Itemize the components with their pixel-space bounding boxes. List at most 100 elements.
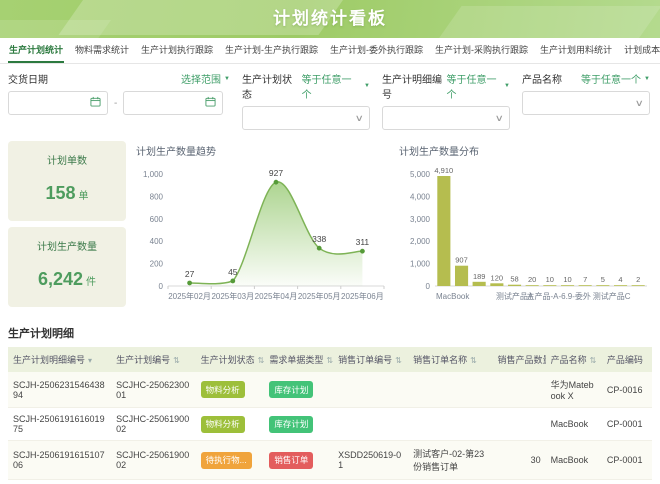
tab-6[interactable]: 生产计划-采购执行跟踪 [434,38,529,63]
sort-icon[interactable]: ⇅ [395,356,402,365]
table-cell: 30 [493,441,546,480]
table-cell: 销售订单 [264,441,333,480]
column-label: 产品编码 [607,355,643,365]
svg-text:10: 10 [546,275,554,284]
column-header-8[interactable]: 产品名称⇅ [546,347,602,372]
column-header-9[interactable]: 产品编码 [602,347,652,372]
svg-text:测试产品C: 测试产品C [593,291,631,301]
tab-3[interactable]: 生产计划执行跟踪 [140,38,214,63]
filter-label: 生产计划状态 [242,71,302,101]
svg-text:0: 0 [159,282,164,291]
column-header-3[interactable]: 生产计划状态⇅ [196,347,265,372]
sort-icon[interactable]: ⇅ [470,356,477,365]
column-header-1[interactable]: 生产计划明细编号▾ [8,347,111,372]
table-section: 生产计划明细 生产计划明细编号▾生产计划编号⇅生产计划状态⇅需求单据类型⇅销售订… [0,315,660,484]
tab-2[interactable]: 物料需求统计 [74,38,130,63]
column-header-2[interactable]: 生产计划编号⇅ [111,347,195,372]
table-cell [408,408,492,441]
sort-icon[interactable]: ▾ [88,356,92,365]
table-header-row: 生产计划明细编号▾生产计划编号⇅生产计划状态⇅需求单据类型⇅销售订单编号⇅销售订… [8,347,652,372]
stat-value: 6,242件 [38,269,96,290]
filter-operator[interactable]: 选择范围▼ [181,71,230,86]
caret-down-icon: ▼ [224,76,230,82]
table-cell: 物料分析 [196,480,265,484]
tab-5[interactable]: 生产计划-委外执行跟踪 [329,38,424,63]
column-header-5[interactable]: 销售订单编号⇅ [333,347,408,372]
filter-operator[interactable]: 等于任意一个▼ [446,71,510,101]
table-cell [493,372,546,408]
dashboard-page: { "header": { "title": "计划统计看板" }, "tabs… [0,0,660,484]
filter-group-2: 生产计划状态等于任意一个▼ ∨ [242,71,370,130]
table-cell: SCJH-250619161601975 [8,408,111,441]
table-cell: CP-0016 [602,372,652,408]
filter-operator[interactable]: 等于任意一个▼ [302,71,370,101]
calendar-icon[interactable] [90,94,101,112]
column-label: 生产计划明细编号 [13,355,85,365]
table-cell: 华为Matebook X [546,372,602,408]
table-cell [333,408,408,441]
chevron-down-icon: ∨ [495,113,504,124]
svg-text:600: 600 [150,215,164,224]
filter-select[interactable]: ∨ [242,106,370,130]
tab-8[interactable]: 计划成本核算 [623,38,660,63]
table-row-1[interactable]: SCJH-250623154643894SCJHC-2506230001物料分析… [8,372,652,408]
column-header-4[interactable]: 需求单据类型⇅ [264,347,333,372]
stat-label: 计划生产数量 [37,238,97,253]
svg-text:5: 5 [601,275,605,284]
svg-text:189: 189 [473,272,486,281]
filter-label: 产品名称 [522,71,562,86]
tab-7[interactable]: 生产计划用料统计 [539,38,613,63]
status-badge: 销售订单 [269,452,313,469]
svg-text:2025年03月: 2025年03月 [211,291,254,301]
filter-head: 产品名称 等于任意一个▼ [522,71,650,86]
svg-text:338: 338 [312,234,326,244]
table-cell [493,408,546,441]
svg-text:2025年06月: 2025年06月 [341,291,384,301]
filter-inputs: ∨ [522,91,650,115]
table-cell [333,480,408,484]
table-row-3[interactable]: SCJH-250619161510706SCJHC-2506190002待执行物… [8,441,652,480]
column-header-6[interactable]: 销售订单名称⇅ [408,347,492,372]
sort-icon[interactable]: ⇅ [258,356,265,365]
table-cell: MacBook [546,480,602,484]
filter-group-4: 产品名称 等于任意一个▼ ∨ [522,71,650,130]
chevron-down-icon: ∨ [355,113,364,124]
svg-text:1,000: 1,000 [410,260,431,269]
filter-inputs: ∨ [382,106,510,130]
filter-head: 交货日期选择范围▼ [8,71,230,86]
sort-icon[interactable]: ⇅ [590,356,597,365]
filter-select[interactable]: ∨ [522,91,650,115]
table-cell: SCJH-250619161510706 [8,441,111,480]
tab-bar: 生产计划统计物料需求统计生产计划执行跟踪生产计划-生产执行跟踪生产计划-委外执行… [0,38,660,64]
trend-chart-title: 计划生产数量趋势 [136,143,389,158]
date-start-input[interactable] [8,91,108,115]
table-cell: MacBook [546,408,602,441]
calendar-icon[interactable] [205,94,216,112]
caret-down-icon: ▼ [644,76,650,82]
svg-text:58: 58 [510,275,518,284]
filter-select[interactable]: ∨ [382,106,510,130]
svg-text:2025年05月: 2025年05月 [298,291,341,301]
page-title: 计划统计看板 [0,0,660,38]
column-header-7[interactable]: 销售产品数量⇅ [493,347,546,372]
sort-icon[interactable]: ⇅ [173,356,180,365]
status-badge: 库存计划 [269,416,313,433]
table-cell: 库存计划 [264,408,333,441]
table-cell: SCJHC-2506190002 [111,408,195,441]
filter-operator[interactable]: 等于任意一个▼ [581,71,650,86]
svg-text:400: 400 [150,237,164,246]
table-row-4[interactable]: SCJH-250619105433703SCJHC-2506190001物料分析… [8,480,652,484]
table-row-2[interactable]: SCJH-250619161601975SCJHC-2506190002物料分析… [8,408,652,441]
filter-group-3: 生产计明细编号等于任意一个▼ ∨ [382,71,510,130]
filter-head: 生产计明细编号等于任意一个▼ [382,71,510,101]
table-cell: MacBook [546,441,602,480]
svg-text:1,000: 1,000 [143,170,164,179]
date-end-input[interactable] [123,91,223,115]
tab-4[interactable]: 生产计划-生产执行跟踪 [224,38,319,63]
caret-down-icon: ▼ [364,83,370,89]
table-cell: 待执行物... [196,441,265,480]
tab-1[interactable]: 生产计划统计 [8,38,64,63]
dist-chart-box: 计划生产数量分布 01,0002,0003,0004,0005,0004,910… [397,141,652,315]
sort-icon[interactable]: ⇅ [326,356,333,365]
svg-text:5,000: 5,000 [410,170,431,179]
